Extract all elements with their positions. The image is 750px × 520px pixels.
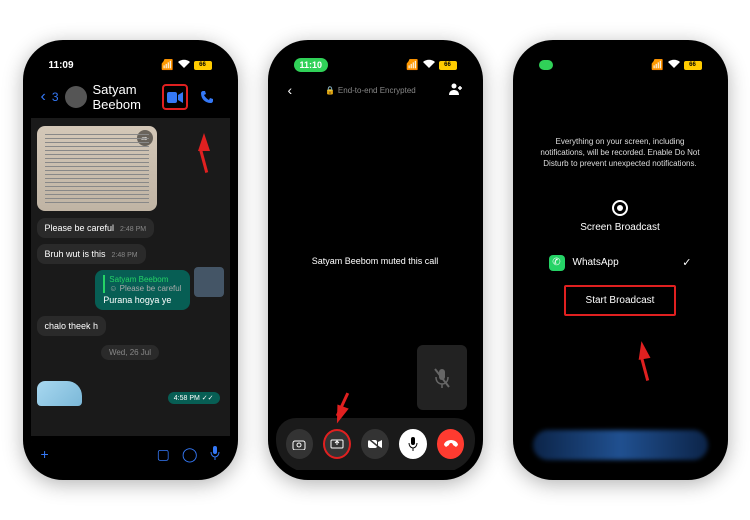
wifi-icon [668, 59, 680, 71]
input-bar: + ▢ ◯ [31, 436, 230, 472]
recording-indicator [539, 60, 553, 70]
back-icon[interactable]: ‹ [41, 88, 46, 106]
back-icon[interactable]: ‹ [288, 82, 293, 98]
mute-status: Satyam Beebom muted this call [312, 256, 439, 266]
image-message[interactable]: ➦ [37, 126, 157, 211]
unread-count[interactable]: 3 [52, 90, 59, 104]
sticker-icon[interactable]: ▢ [157, 446, 170, 463]
encryption-label: 🔒 End-to-end Encrypted [325, 86, 416, 95]
notch [585, 46, 655, 66]
app-row-whatsapp[interactable]: ✆ WhatsApp ✓ [537, 249, 704, 277]
battery-icon: 66 [684, 61, 702, 70]
broadcast-title: Screen Broadcast [537, 222, 704, 233]
call-header: ‹ 🔒 End-to-end Encrypted [276, 76, 475, 104]
bottom-blur [533, 430, 708, 460]
wifi-icon [178, 59, 190, 71]
battery-icon: 66 [194, 61, 212, 70]
forward-icon[interactable]: ➦ [137, 130, 153, 146]
plus-icon[interactable]: + [41, 446, 49, 462]
broadcast-panel: Everything on your screen, including not… [521, 76, 720, 472]
start-broadcast-button[interactable]: Start Broadcast [564, 285, 677, 316]
whatsapp-icon: ✆ [549, 255, 565, 271]
date-chip: Wed, 26 Jul [101, 345, 159, 360]
contact-name[interactable]: Satyam Beebom [93, 82, 156, 112]
notch [95, 46, 165, 66]
broadcast-icon [612, 200, 628, 216]
status-time: 11:10 [294, 58, 329, 72]
app-name: WhatsApp [573, 257, 675, 268]
add-person-icon[interactable] [449, 83, 463, 98]
video-call-button[interactable] [162, 84, 188, 110]
avatar[interactable] [65, 86, 87, 108]
chat-nav: ‹ 3 Satyam Beebom [31, 76, 230, 118]
flip-camera-button[interactable] [286, 429, 314, 459]
phone-call: 11:10 📶 66 ‹ 🔒 End-to-end Encrypted Saty… [268, 40, 483, 480]
screen-share-button[interactable] [323, 429, 351, 459]
call-body: Satyam Beebom muted this call [276, 104, 475, 418]
wifi-icon [423, 59, 435, 71]
message-in[interactable]: Bruh wut is this2:48 PM [37, 244, 146, 264]
battery-icon: 66 [439, 61, 457, 70]
message-in[interactable]: Please be careful2:48 PM [37, 218, 155, 238]
call-controls [276, 418, 475, 470]
message-in[interactable]: chalo theek h [37, 316, 107, 336]
mute-button[interactable] [399, 429, 427, 459]
broadcast-info: Everything on your screen, including not… [537, 136, 704, 170]
mic-icon[interactable] [210, 446, 220, 463]
sticker[interactable] [37, 366, 87, 406]
notch [340, 46, 410, 66]
phone-broadcast: 📶 66 Everything on your screen, includin… [513, 40, 728, 480]
phone-chat: 11:09 📶 66 ‹ 3 Satyam Beebom ➦ Please be… [23, 40, 238, 480]
check-icon: ✓ [682, 256, 691, 269]
chat-body[interactable]: ➦ Please be careful2:48 PM Bruh wut is t… [31, 118, 230, 442]
status-time: 11:09 [49, 60, 74, 71]
thumbnail[interactable] [194, 267, 224, 297]
message-out[interactable]: Satyam Beebom☺ Please be careful Purana … [95, 270, 189, 310]
camera-icon[interactable]: ◯ [182, 446, 198, 463]
self-view[interactable] [417, 345, 467, 410]
end-call-button[interactable] [437, 429, 465, 459]
voice-call-button[interactable] [194, 84, 220, 110]
sent-time: 4:58 PM ✓✓ [168, 392, 220, 404]
camera-off-button[interactable] [361, 429, 389, 459]
